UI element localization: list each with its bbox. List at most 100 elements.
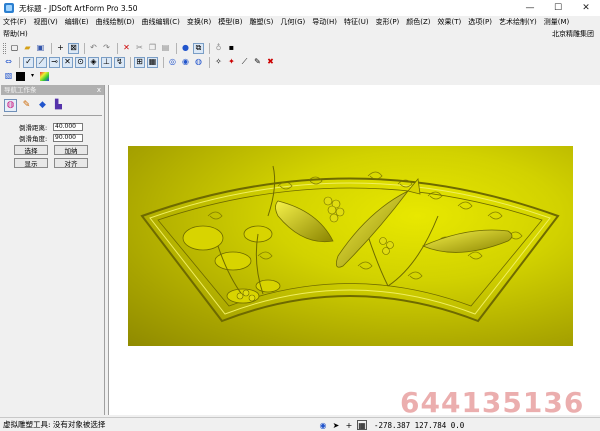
layer-icon[interactable]: ⧉ bbox=[193, 42, 204, 54]
menu-view[interactable]: 视图(V) bbox=[34, 17, 58, 27]
menu-geometry[interactable]: 几何(G) bbox=[280, 17, 305, 27]
snap-end-icon[interactable]: ⟋ bbox=[36, 56, 47, 68]
menu-model[interactable]: 模型(B) bbox=[218, 17, 242, 27]
relief-model[interactable] bbox=[128, 146, 573, 346]
menu-art-draw[interactable]: 艺术绘制(Y) bbox=[499, 17, 537, 27]
3d-viewport[interactable] bbox=[108, 85, 600, 415]
app-icon bbox=[4, 3, 14, 13]
copy-icon[interactable]: ❐ bbox=[147, 43, 158, 54]
delete-icon[interactable]: ✕ bbox=[121, 43, 132, 54]
menu-measure[interactable]: 测量(M) bbox=[544, 17, 570, 27]
coordinate-readout: -278.387 127.784 0.0 bbox=[374, 421, 465, 430]
layer-tab-icon[interactable]: ▙ bbox=[52, 99, 65, 112]
menu-options[interactable]: 选项(P) bbox=[468, 17, 492, 27]
brush-icon[interactable]: ✎ bbox=[252, 57, 263, 68]
maximize-button[interactable]: ☐ bbox=[544, 0, 572, 16]
toolbar-separator bbox=[117, 42, 118, 54]
grid-snap-icon[interactable]: ⊞ bbox=[134, 56, 145, 68]
fan-relief-image bbox=[140, 165, 560, 323]
display-button[interactable]: 显示 bbox=[14, 158, 48, 168]
brush-tab-icon[interactable]: ✎ bbox=[20, 99, 33, 112]
cut-icon[interactable]: ✂ bbox=[134, 43, 145, 54]
menu-feature[interactable]: 特征(U) bbox=[344, 17, 369, 27]
menu-guide[interactable]: 导动(H) bbox=[312, 17, 337, 27]
plus-icon[interactable]: + bbox=[344, 420, 354, 430]
palette-icon[interactable]: ▧ bbox=[3, 71, 14, 82]
chamfer-distance-input[interactable]: 40.000 bbox=[53, 122, 83, 131]
crosshair-icon[interactable]: + bbox=[55, 43, 66, 54]
snap-mid-icon[interactable]: ⊸ bbox=[49, 56, 60, 68]
menu-edit[interactable]: 编辑(E) bbox=[65, 17, 89, 27]
menu-color[interactable]: 颜色(Z) bbox=[406, 17, 430, 27]
open-folder-icon[interactable]: ▰ bbox=[22, 43, 33, 54]
model-tab-icon[interactable]: ◆ bbox=[36, 99, 49, 112]
undo-icon[interactable]: ↶ bbox=[88, 43, 99, 54]
nav-panel-title: 导航工作条 x bbox=[1, 85, 104, 95]
pick-remove-icon[interactable]: ✦ bbox=[226, 57, 237, 68]
grid-icon[interactable]: ▦ bbox=[357, 420, 367, 430]
divider bbox=[3, 115, 102, 116]
new-file-icon[interactable]: ▢ bbox=[9, 43, 20, 54]
toolbar-separator bbox=[19, 56, 20, 68]
menu-sculpt[interactable]: 雕塑(S) bbox=[249, 17, 273, 27]
status-bar: 虚拟雕塑工具: 没有对象被选择 ◉ ➤ + ▦ -278.387 127.784… bbox=[0, 417, 600, 431]
menu-deform[interactable]: 变形(P) bbox=[376, 17, 400, 27]
menu-transform[interactable]: 变换(R) bbox=[187, 17, 211, 27]
toolbar-separator bbox=[209, 56, 210, 68]
toolbar-separator bbox=[163, 56, 164, 68]
pan-view-icon[interactable]: ◉ bbox=[180, 57, 191, 68]
add-button[interactable]: 加纳 bbox=[54, 145, 88, 155]
toolbar-separator bbox=[84, 42, 85, 54]
chamfer-angle-input[interactable]: 90.000 bbox=[53, 133, 83, 142]
menu-curve-edit[interactable]: 曲线编辑(C) bbox=[142, 17, 180, 27]
pick-icon[interactable]: ✧ bbox=[213, 57, 224, 68]
select-button[interactable]: 选择 bbox=[14, 145, 48, 155]
snap-tangent-icon[interactable]: ↯ bbox=[114, 56, 125, 68]
align-button[interactable]: 对齐 bbox=[54, 158, 88, 168]
globe-icon[interactable]: ◉ bbox=[318, 420, 328, 430]
toolbar-color: ▧ ▾ bbox=[0, 69, 51, 83]
nav-panel-title-text: 导航工作条 bbox=[4, 86, 37, 94]
paste-icon[interactable]: ▤ bbox=[160, 43, 171, 54]
rotate-view-icon[interactable]: ◎ bbox=[167, 57, 178, 68]
arrows-icon[interactable]: ⇔ bbox=[3, 57, 14, 68]
snap-perp-icon[interactable]: ⊥ bbox=[101, 56, 112, 68]
close-button[interactable]: ✕ bbox=[572, 0, 600, 16]
snap-center-icon[interactable]: ⊙ bbox=[75, 56, 86, 68]
tool-x-icon[interactable]: ✖ bbox=[265, 57, 276, 68]
snap-point-icon[interactable]: ✓ bbox=[23, 56, 34, 68]
menu-bar: 文件(F) 视图(V) 编辑(E) 曲线绘制(D) 曲线编辑(C) 变换(R) … bbox=[0, 16, 600, 28]
pointer-icon[interactable]: ➤ bbox=[331, 420, 341, 430]
gradient-icon[interactable] bbox=[40, 71, 49, 81]
toolbar-snap: ⇔ ✓ ⟋ ⊸ ✕ ⊙ ◈ ⊥ ↯ ⊞ ▦ ◎ ◉ ◍ ✧ ✦ ⟋ ✎ ✖ bbox=[0, 55, 278, 69]
measure-icon[interactable]: ⟋ bbox=[239, 57, 250, 68]
menu-file[interactable]: 文件(F) bbox=[3, 17, 27, 27]
chamfer-distance-label: 倒滑距离: bbox=[19, 123, 48, 132]
dropdown-arrow-icon[interactable]: ▾ bbox=[27, 71, 38, 82]
save-icon[interactable]: ▣ bbox=[35, 43, 46, 54]
nav-panel: 导航工作条 x ◍ ✎ ◆ ▙ 倒滑距离: 40.000 倒滑角度: 90.00… bbox=[1, 85, 105, 415]
material-icon[interactable]: ▪ bbox=[226, 43, 237, 54]
snap-all-icon[interactable]: ▦ bbox=[147, 56, 158, 68]
toolbar-separator bbox=[209, 42, 210, 54]
sculpt-tab-icon[interactable]: ◍ bbox=[4, 98, 17, 112]
nav-close-icon[interactable]: x bbox=[97, 85, 101, 95]
zoom-view-icon[interactable]: ◍ bbox=[193, 57, 204, 68]
snap-quadrant-icon[interactable]: ◈ bbox=[88, 56, 99, 68]
menu-effect[interactable]: 效果(T) bbox=[438, 17, 462, 27]
redo-icon[interactable]: ↷ bbox=[101, 43, 112, 54]
toolbar-grip[interactable] bbox=[3, 42, 6, 54]
menu-help[interactable]: 帮助(H) bbox=[3, 29, 28, 39]
black-color-swatch[interactable] bbox=[16, 71, 25, 81]
title-bar: 无标题 - JDSoft ArtForm Pro 3.50 — ☐ ✕ bbox=[0, 0, 600, 16]
minimize-button[interactable]: — bbox=[516, 0, 544, 16]
snap-intersect-icon[interactable]: ✕ bbox=[62, 56, 73, 68]
toolbar-standard: ▢ ▰ ▣ + ⊠ ↶ ↷ ✕ ✂ ❐ ▤ ● ⧉ ♁ ▪ bbox=[0, 41, 239, 55]
window-controls: — ☐ ✕ bbox=[516, 0, 600, 16]
select-window-icon[interactable]: ⊠ bbox=[68, 42, 79, 54]
menu-curve-draw[interactable]: 曲线绘制(D) bbox=[96, 17, 135, 27]
cup-icon[interactable]: ♁ bbox=[213, 43, 224, 54]
toolbar-separator bbox=[176, 42, 177, 54]
sphere-icon[interactable]: ● bbox=[180, 43, 191, 54]
company-name: 北京精雕集团 bbox=[552, 30, 594, 38]
